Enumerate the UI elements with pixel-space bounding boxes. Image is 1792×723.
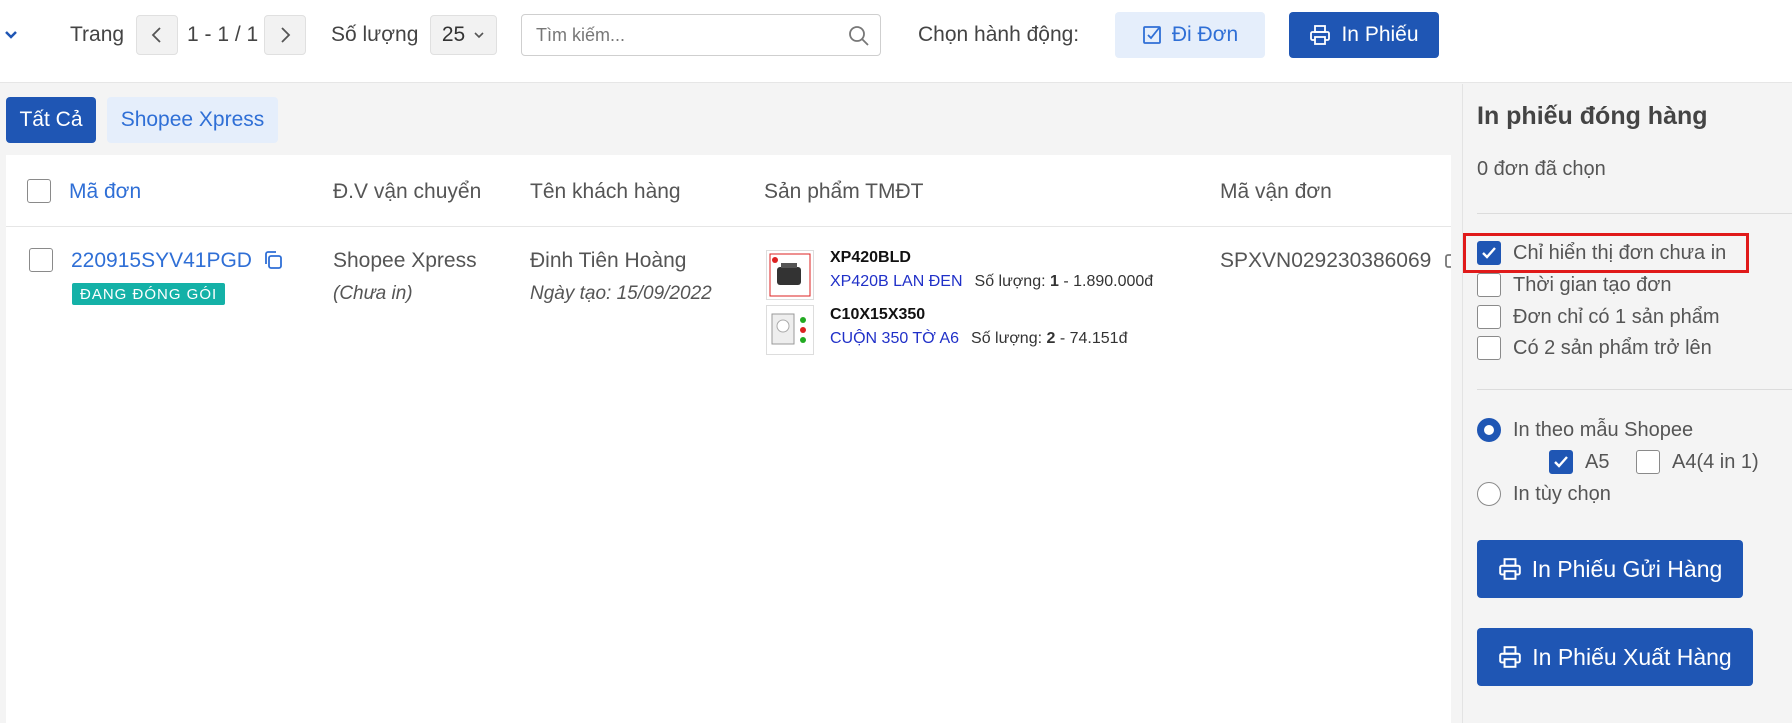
- row-checkbox[interactable]: [29, 248, 53, 272]
- checkbox-checked-icon: [1142, 26, 1161, 44]
- print-status: (Chưa in): [333, 283, 413, 304]
- product-qty-label: Số lượng:: [971, 330, 1043, 347]
- tab-all[interactable]: Tất Cả: [6, 97, 96, 143]
- search-box: [521, 14, 881, 56]
- print-mode-label: In tùy chọn: [1513, 482, 1611, 505]
- header-products: Sản phẩm TMĐT: [764, 180, 924, 203]
- product-name-link[interactable]: CUỘN 350 TỜ A6: [830, 330, 959, 347]
- tab-shopee-xpress[interactable]: Shopee Xpress: [107, 97, 278, 143]
- print-mode-custom[interactable]: In tùy chọn: [1477, 482, 1611, 506]
- size-label: A5: [1585, 450, 1610, 473]
- action-label: Chọn hành động:: [918, 23, 1080, 46]
- header-carrier: Đ.V vận chuyển: [333, 180, 482, 203]
- product-qty: 1: [1049, 273, 1059, 290]
- top-toolbar: Trang 1 - 1 / 1 Số lượng 25 Chọn hành độ…: [0, 0, 1792, 83]
- print-shipping-label: In Phiếu Gửi Hàng: [1531, 555, 1723, 582]
- checkbox-checked[interactable]: [1477, 241, 1501, 265]
- copy-icon[interactable]: [262, 249, 284, 271]
- tracking-code: SPXVN029230386069: [1220, 249, 1432, 272]
- checkbox[interactable]: [1477, 273, 1501, 297]
- search-input[interactable]: [522, 15, 822, 55]
- size-a5[interactable]: A5: [1549, 450, 1609, 474]
- checkbox[interactable]: [1477, 305, 1501, 329]
- select-all-checkbox[interactable]: [27, 179, 51, 203]
- chevron-down-icon: [474, 32, 484, 39]
- size-a4[interactable]: A4(4 in 1): [1636, 450, 1759, 474]
- header-customer: Tên khách hàng: [530, 180, 681, 203]
- check-icon: [1554, 456, 1568, 468]
- filter-unprinted-only[interactable]: Chỉ hiển thị đơn chưa in: [1477, 241, 1726, 265]
- page-label: Trang: [70, 23, 125, 46]
- customer-name: Đinh Tiên Hoàng: [530, 249, 687, 272]
- page-indicator: 1 - 1 / 1: [187, 23, 259, 46]
- product-thumbnail: [766, 305, 814, 355]
- product-price: - 1.890.000đ: [1063, 273, 1154, 290]
- print-mode-label: In theo mẫu Shopee: [1513, 418, 1694, 441]
- filter-multi-product[interactable]: Có 2 sản phẩm trở lên: [1477, 336, 1712, 360]
- header-order-code[interactable]: Mã đơn: [69, 180, 141, 204]
- filter-created-time[interactable]: Thời gian tạo đơn: [1477, 273, 1672, 297]
- selected-count: 0 đơn đã chọn: [1477, 158, 1606, 180]
- check-icon: [1482, 247, 1496, 259]
- product-qty: 2: [1046, 330, 1056, 347]
- next-page-button[interactable]: [264, 15, 306, 55]
- checkbox[interactable]: [1477, 336, 1501, 360]
- copy-icon[interactable]: [1442, 251, 1451, 273]
- filter-label: Thời gian tạo đơn: [1513, 273, 1672, 296]
- panel-title: In phiếu đóng hàng: [1477, 102, 1708, 130]
- printer-icon: [1310, 25, 1331, 45]
- product-line: CUỘN 350 TỜ A6 Số lượng: 2 - 74.151đ: [830, 330, 1127, 348]
- created-date: Ngày tạo: 15/09/2022: [530, 283, 712, 304]
- header-tracking: Mã vận đơn: [1220, 180, 1332, 203]
- divider: [1477, 213, 1792, 214]
- product-sku: XP420BLD: [830, 249, 911, 266]
- printer-icon: [1499, 646, 1522, 668]
- divider: [1477, 389, 1792, 390]
- search-icon[interactable]: [848, 25, 870, 47]
- di-don-button[interactable]: Đi Đơn: [1115, 12, 1265, 58]
- table-header: Mã đơn Đ.V vận chuyển Tên khách hàng Sản…: [6, 155, 1451, 227]
- filter-label: Đơn chỉ có 1 sản phẩm: [1513, 305, 1720, 328]
- printer-icon: [1498, 558, 1521, 580]
- product-line: XP420B LAN ĐEN Số lượng: 1 - 1.890.000đ: [830, 273, 1153, 291]
- radio-selected[interactable]: [1477, 418, 1501, 442]
- chevron-right-icon: [281, 27, 291, 43]
- size-label: A4(4 in 1): [1672, 450, 1759, 473]
- quantity-select[interactable]: 25: [430, 15, 497, 55]
- print-panel: In phiếu đóng hàng 0 đơn đã chọn Chỉ hiể…: [1462, 84, 1792, 723]
- radio[interactable]: [1477, 482, 1501, 506]
- quantity-label: Số lượng: [331, 23, 419, 46]
- product-sku: C10X15X350: [830, 306, 926, 323]
- filter-label: Có 2 sản phẩm trở lên: [1513, 336, 1712, 359]
- product-name-link[interactable]: XP420B LAN ĐEN: [830, 273, 963, 290]
- quantity-value: 25: [441, 23, 466, 46]
- carrier-name: Shopee Xpress: [333, 249, 477, 272]
- product-qty-label: Số lượng:: [974, 273, 1046, 290]
- orders-table: Mã đơn Đ.V vận chuyển Tên khách hàng Sản…: [6, 155, 1451, 723]
- checkbox-checked[interactable]: [1549, 450, 1573, 474]
- order-code-link[interactable]: 220915SYV41PGD: [71, 249, 252, 273]
- print-shipping-button[interactable]: In Phiếu Gửi Hàng: [1477, 540, 1743, 598]
- chevron-down-icon[interactable]: [2, 25, 20, 43]
- print-export-label: In Phiếu Xuất Hàng: [1532, 643, 1732, 670]
- in-phieu-button[interactable]: In Phiếu: [1289, 12, 1439, 58]
- status-badge: ĐANG ĐÓNG GÓI: [72, 283, 226, 305]
- chevron-left-icon: [151, 27, 161, 43]
- filter-label: Chỉ hiển thị đơn chưa in: [1513, 241, 1727, 264]
- prev-page-button[interactable]: [136, 15, 178, 55]
- product-thumbnail: [766, 250, 814, 300]
- print-export-button[interactable]: In Phiếu Xuất Hàng: [1477, 628, 1753, 686]
- di-don-label: Đi Đơn: [1171, 23, 1239, 46]
- checkbox[interactable]: [1636, 450, 1660, 474]
- print-mode-shopee[interactable]: In theo mẫu Shopee: [1477, 418, 1693, 442]
- in-phieu-label: In Phiếu: [1341, 23, 1419, 46]
- filter-single-product[interactable]: Đơn chỉ có 1 sản phẩm: [1477, 305, 1720, 329]
- product-price: - 74.151đ: [1059, 330, 1128, 347]
